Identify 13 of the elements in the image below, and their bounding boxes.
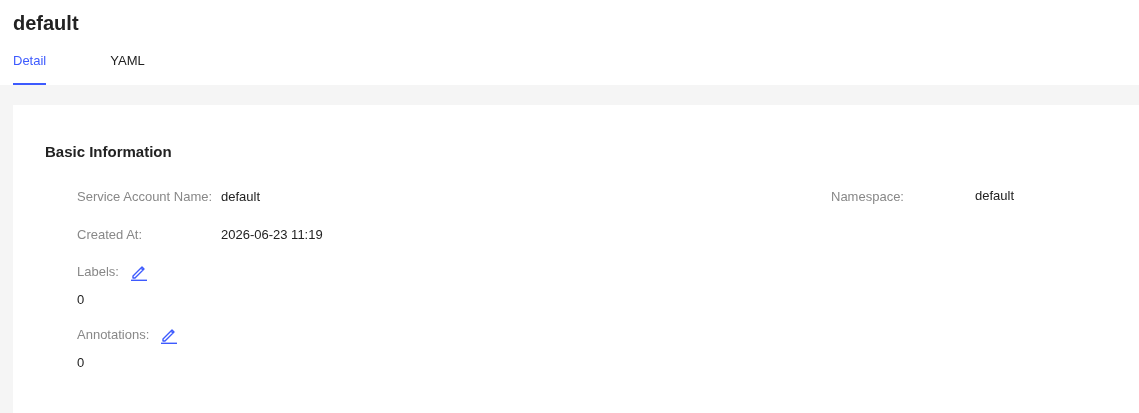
count-value: 0 [76, 354, 86, 372]
field-label: Labels: [77, 262, 119, 281]
field-value: 2026-06-23 11:19 [221, 225, 324, 244]
field-label: Annotations: [77, 326, 150, 345]
tab[interactable]: YAML [110, 50, 145, 85]
field-label: Service Account Name: [77, 187, 214, 206]
section-heading: Basic Information [45, 142, 173, 162]
page-title: default [12, 11, 80, 36]
field-label: Namespace: [831, 187, 905, 206]
field-label: Created At: [77, 225, 144, 244]
count-value: 0 [76, 290, 86, 309]
field-value: default [221, 187, 262, 206]
field-value: default [975, 186, 1015, 205]
